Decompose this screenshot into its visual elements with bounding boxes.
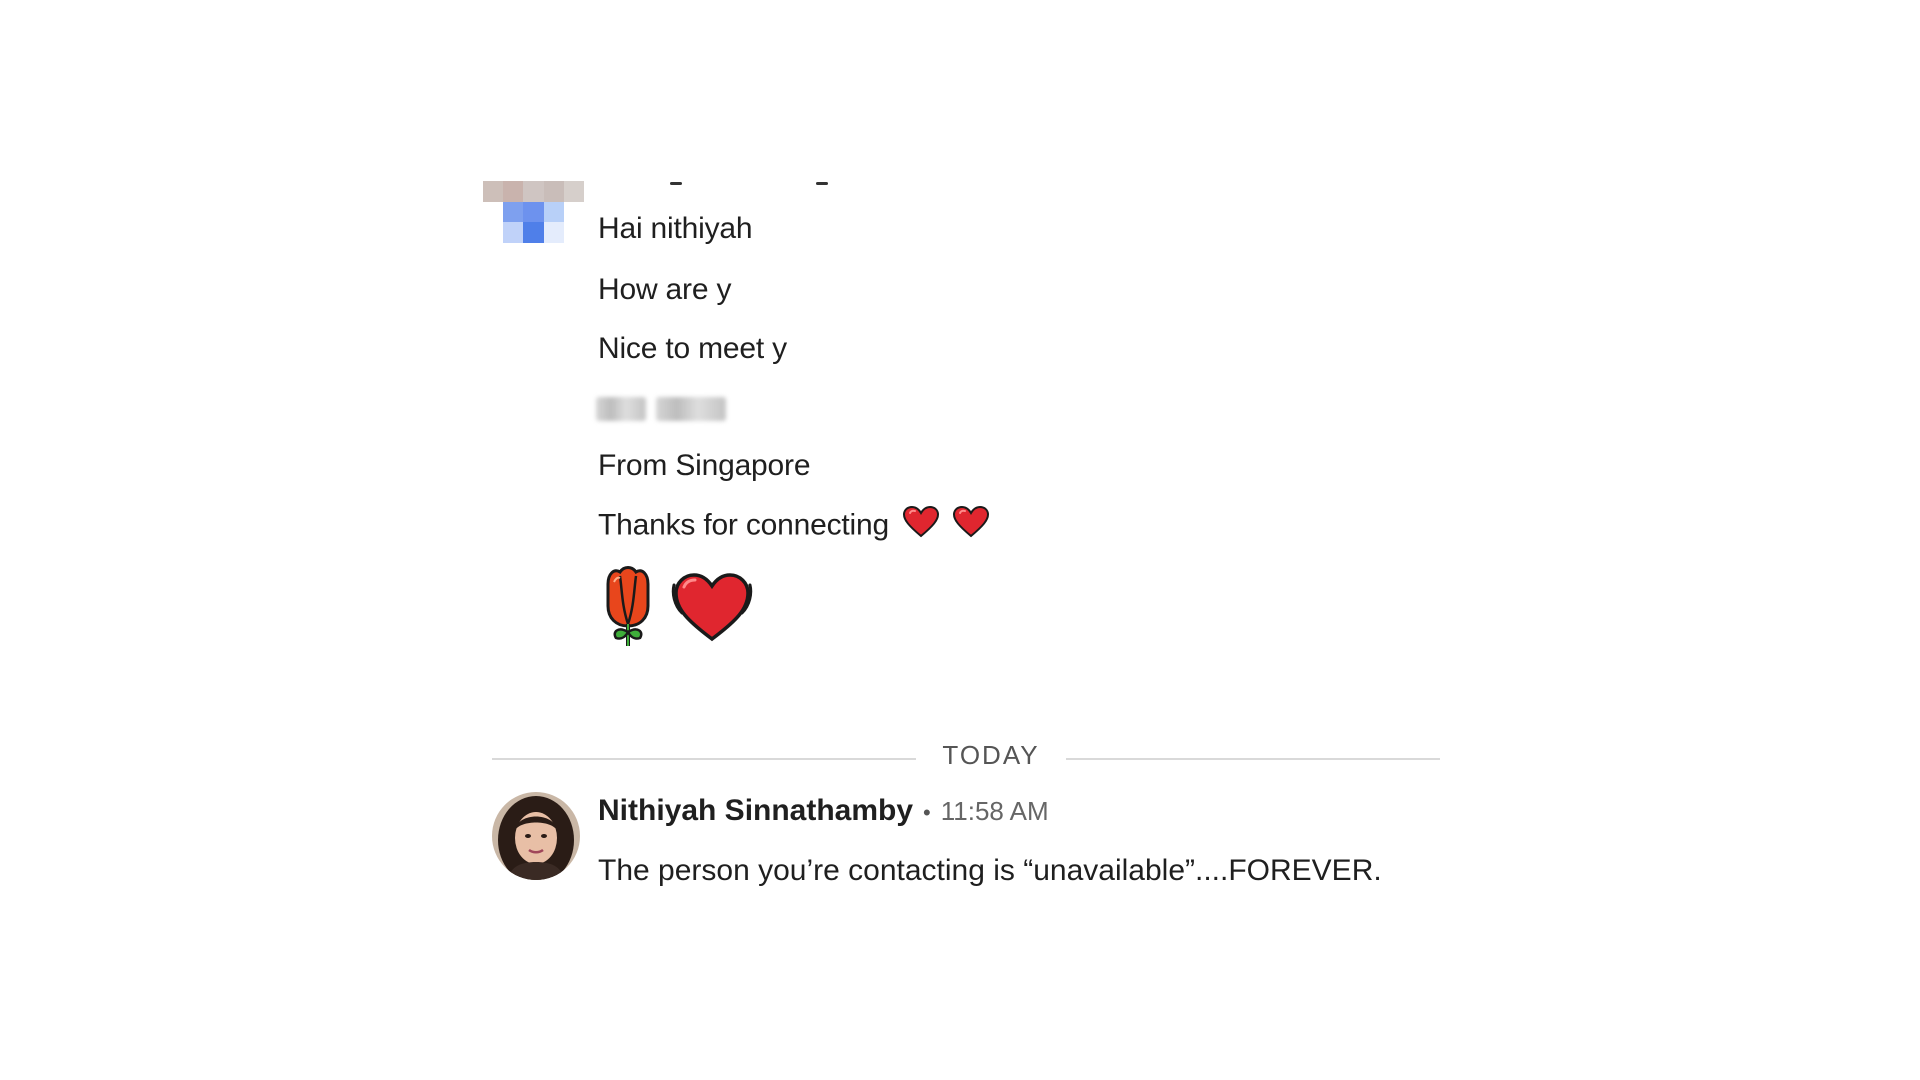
message-line: How are y: [598, 273, 732, 306]
sender-name-cropped: [598, 172, 828, 186]
message-timestamp: 11:58 AM: [940, 796, 1049, 826]
message-header: Nithiyah Sinnathamby • 11:58 AM: [598, 794, 1049, 828]
emoji-message: [600, 566, 754, 653]
author-name[interactable]: Nithiyah Sinnathamby: [598, 794, 913, 828]
sender-avatar-blurred[interactable]: [483, 181, 584, 243]
message-line-thanks: Thanks for connecting: [598, 505, 990, 547]
message-line: Hai nithiyah: [598, 212, 753, 245]
date-divider-line: [492, 758, 916, 760]
date-divider-line: [1066, 758, 1440, 760]
heart-icon: [903, 505, 940, 547]
author-avatar[interactable]: [492, 792, 580, 880]
message-body: The person you’re contacting is “unavail…: [598, 854, 1382, 887]
heart-icon: [953, 505, 990, 547]
blurred-message-line: [596, 394, 728, 424]
conversation-thread: Hai nithiyah How are y Nice to meet y Fr…: [0, 0, 1920, 1080]
header-separator: •: [923, 800, 931, 825]
heart-hands-icon: [670, 571, 754, 648]
message-line: Nice to meet y: [598, 332, 787, 365]
message-text: Thanks for connecting: [598, 508, 889, 542]
date-divider-label: TODAY: [942, 740, 1040, 770]
rose-icon: [600, 566, 656, 653]
message-line: From Singapore: [598, 449, 811, 482]
